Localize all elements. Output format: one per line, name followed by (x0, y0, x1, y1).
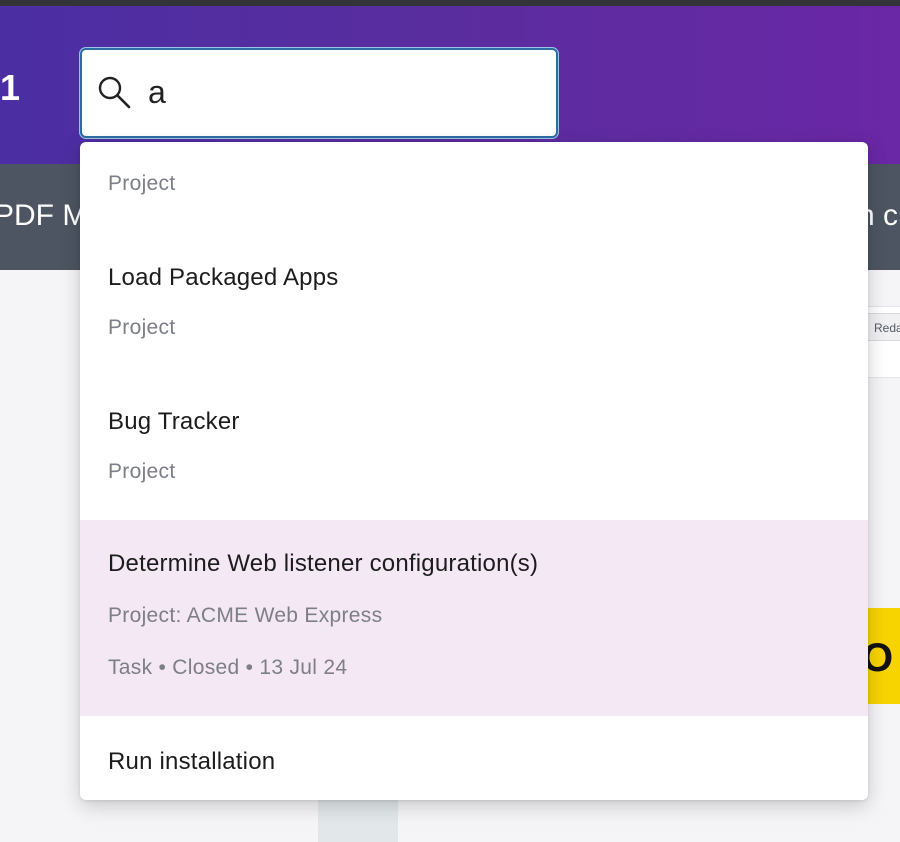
result-item[interactable]: Bug Tracker Project (80, 384, 868, 520)
result-project: Project: ACME Web Express (108, 604, 383, 627)
result-status-line: Task • Closed • 13 Jul 24 (108, 656, 348, 679)
result-type: Project (108, 172, 176, 195)
search-results-dropdown: Project Load Packaged Apps Project Bug T… (80, 142, 868, 800)
subnav-left-label[interactable]: PDF M (0, 198, 87, 234)
search-icon (98, 76, 131, 109)
result-item[interactable]: Project (80, 142, 868, 240)
app-header: 1 (0, 6, 900, 164)
result-title: Load Packaged Apps (108, 264, 339, 291)
app-root: 1 PDF M n c Reda O Project Load Packaged… (0, 0, 900, 842)
redact-button[interactable]: Reda (863, 313, 900, 341)
result-item-highlighted[interactable]: Determine Web listener configuration(s) … (80, 520, 868, 716)
search-box[interactable] (80, 48, 558, 138)
header-number: 1 (0, 67, 21, 108)
result-title: Run installation (108, 748, 276, 775)
result-title: Determine Web listener configuration(s) (108, 550, 539, 577)
result-item[interactable]: Load Packaged Apps Project (80, 240, 868, 384)
result-type: Project (108, 460, 176, 483)
search-input[interactable] (148, 70, 538, 114)
result-type: Project (108, 316, 176, 339)
result-title: Bug Tracker (108, 408, 240, 435)
result-item[interactable]: Run installation (80, 716, 868, 800)
